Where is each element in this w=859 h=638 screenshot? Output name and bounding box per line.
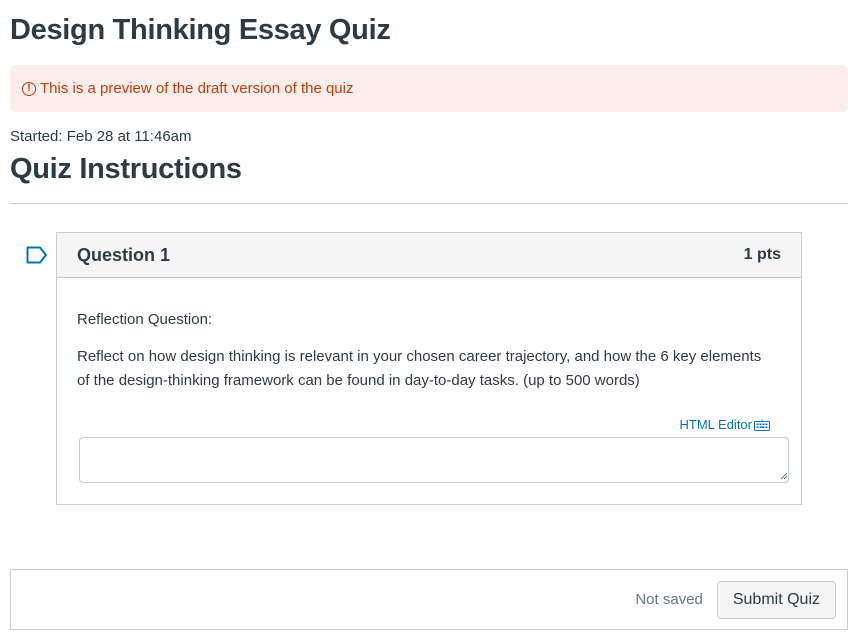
- question-points: 1 pts: [743, 246, 781, 263]
- started-timestamp: Started: Feb 28 at 11:46am: [10, 128, 192, 145]
- bookmark-flag-icon[interactable]: [26, 246, 48, 264]
- preview-banner: ! This is a preview of the draft version…: [10, 65, 848, 112]
- preview-banner-text: This is a preview of the draft version o…: [40, 80, 354, 97]
- question-card: Question 1 1 pts Reflection Question: Re…: [56, 232, 802, 505]
- resize-grip-icon[interactable]: [780, 472, 788, 480]
- question-text: Reflect on how design thinking is releva…: [77, 348, 762, 389]
- keyboard-icon: [754, 419, 770, 431]
- essay-answer-input[interactable]: [79, 437, 789, 483]
- divider: [10, 203, 848, 204]
- question-label: Reflection Question:: [77, 311, 213, 328]
- html-editor-link[interactable]: HTML Editor: [680, 417, 770, 432]
- question-header: Question 1 1 pts: [57, 233, 801, 278]
- save-status: Not saved: [635, 591, 703, 608]
- quiz-footer: Not saved Submit Quiz: [10, 569, 848, 630]
- html-editor-label[interactable]: HTML Editor: [680, 417, 752, 432]
- submit-quiz-button[interactable]: Submit Quiz: [716, 580, 836, 619]
- page-title: Design Thinking Essay Quiz: [10, 14, 391, 46]
- warning-circle-icon: !: [22, 81, 36, 96]
- question-name: Question 1: [77, 244, 171, 265]
- instructions-heading: Quiz Instructions: [10, 153, 242, 185]
